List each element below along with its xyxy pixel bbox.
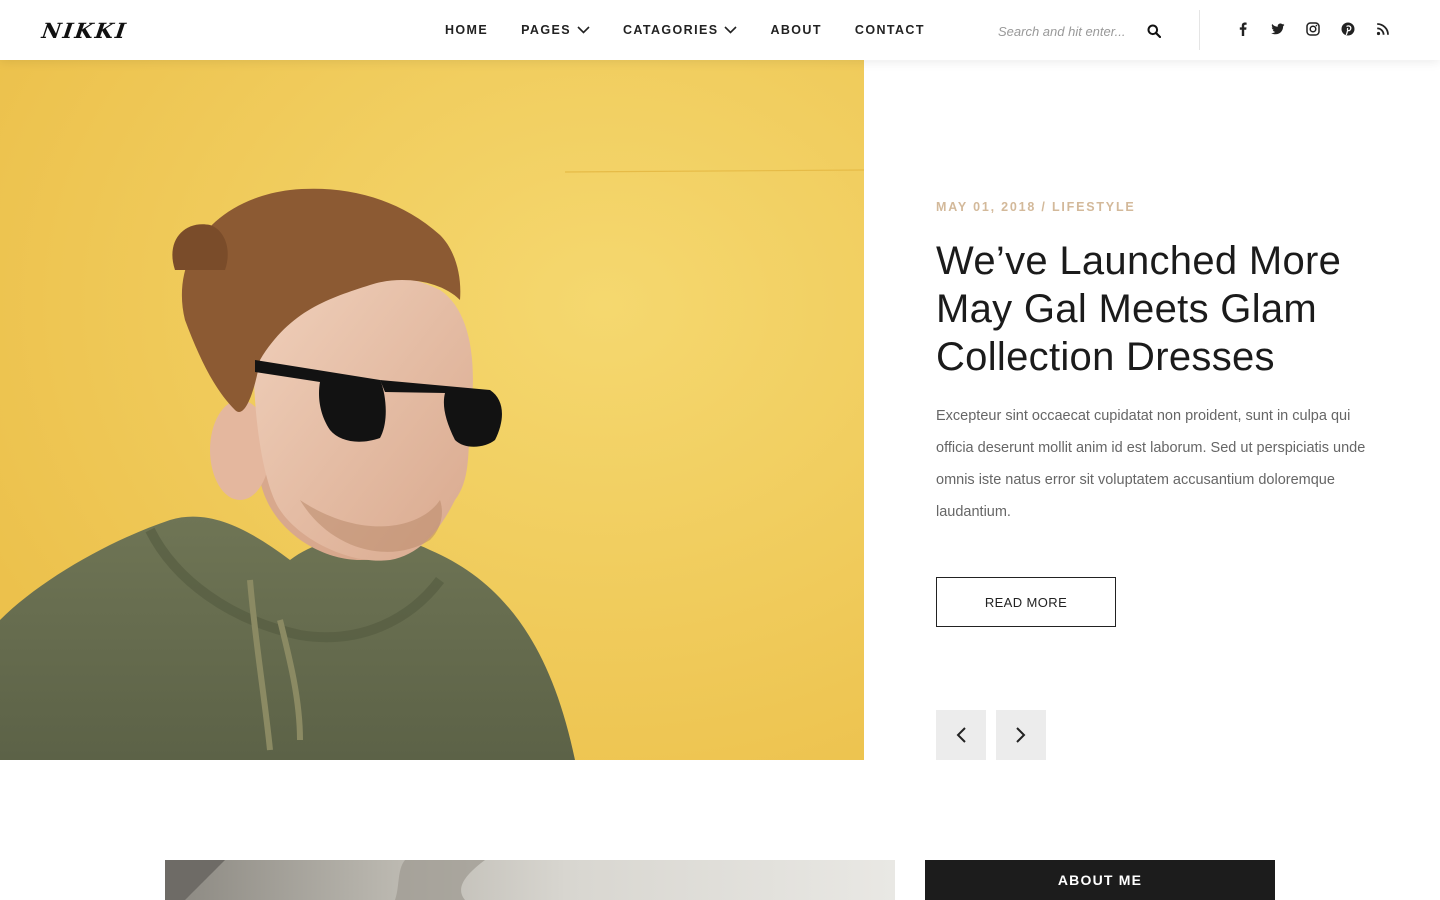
chevron-right-icon <box>1016 727 1026 743</box>
nav-home-label: HOME <box>445 23 489 37</box>
site-logo[interactable]: NIKKI <box>40 18 129 43</box>
search-input[interactable] <box>998 23 1140 39</box>
hero-image <box>0 60 864 760</box>
slider-next-button[interactable] <box>996 710 1046 760</box>
post-title[interactable]: We’ve Launched More May Gal Meets Glam C… <box>936 237 1376 381</box>
hero-photo-illustration <box>0 60 864 760</box>
read-more-button[interactable]: READ MORE <box>936 577 1116 627</box>
nav-about-label: ABOUT <box>770 23 822 37</box>
nav-pages-label: PAGES <box>521 23 571 37</box>
instagram-icon[interactable] <box>1306 22 1322 38</box>
nav-contact-label: CONTACT <box>854 23 925 37</box>
search-box <box>998 20 1168 42</box>
about-me-heading: ABOUT ME <box>925 860 1275 900</box>
facebook-icon[interactable] <box>1236 22 1252 38</box>
main-nav: HOME PAGES CATAGORIES ABOUT CONTACT <box>445 0 958 60</box>
chevron-down-icon <box>577 26 590 34</box>
pinterest-icon[interactable] <box>1341 22 1357 38</box>
chevron-left-icon <box>956 727 966 743</box>
nav-catagories[interactable]: CATAGORIES <box>622 23 738 37</box>
chevron-down-icon <box>724 26 738 34</box>
post-meta[interactable]: MAY 01, 2018 / LIFESTYLE <box>936 200 1136 214</box>
nav-catagories-label: CATAGORIES <box>622 23 719 37</box>
nav-home[interactable]: HOME <box>445 23 488 37</box>
featured-photo-illustration <box>165 860 485 900</box>
nav-about[interactable]: ABOUT <box>770 23 821 37</box>
site-header: NIKKI HOME PAGES CATAGORIES ABOUT CONTAC… <box>0 0 1440 60</box>
search-icon[interactable] <box>1147 24 1161 38</box>
hero-content: MAY 01, 2018 / LIFESTYLE We’ve Launched … <box>936 60 1376 760</box>
post-excerpt: Excepteur sint occaecat cupidatat non pr… <box>936 408 1366 520</box>
nav-pages[interactable]: PAGES <box>521 23 590 37</box>
rss-icon[interactable] <box>1376 22 1392 38</box>
twitter-icon[interactable] <box>1271 22 1287 38</box>
social-links <box>1236 22 1411 38</box>
slider-prev-button[interactable] <box>936 710 986 760</box>
header-divider <box>1199 10 1200 50</box>
featured-post-image[interactable] <box>165 860 895 900</box>
nav-contact[interactable]: CONTACT <box>855 23 925 37</box>
